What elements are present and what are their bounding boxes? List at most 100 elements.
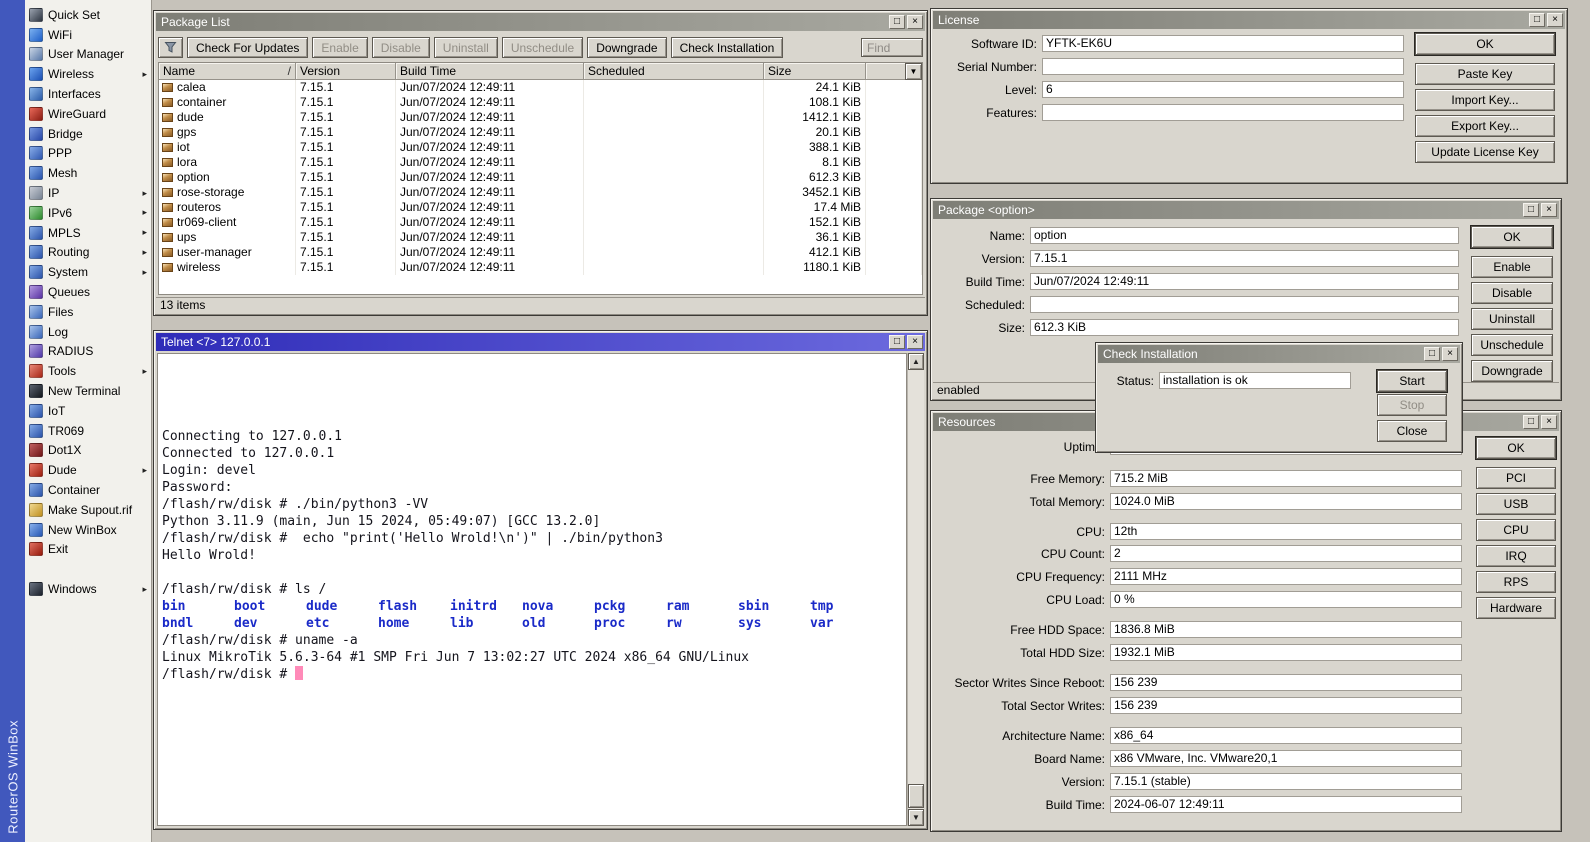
filter-button[interactable] <box>158 37 183 58</box>
ok-button[interactable]: OK <box>1471 226 1553 248</box>
sidebar-item-queues[interactable]: Queues <box>25 282 151 302</box>
restore-icon[interactable]: □ <box>889 335 905 349</box>
downgrade-button[interactable]: Downgrade <box>587 37 666 58</box>
rps-button[interactable]: RPS <box>1476 571 1556 593</box>
close-icon[interactable]: × <box>907 15 923 29</box>
sidebar-item-new-terminal[interactable]: New Terminal <box>25 381 151 401</box>
uninstall-button[interactable]: Uninstall <box>1471 308 1553 330</box>
uninstall-button[interactable]: Uninstall <box>434 37 498 58</box>
table-row[interactable]: gps7.15.1Jun/07/2024 12:49:1120.1 KiB <box>159 125 922 140</box>
sidebar-item-interfaces[interactable]: Interfaces <box>25 84 151 104</box>
cpu-field[interactable]: 12th <box>1110 523 1462 540</box>
sidebar-item-ip[interactable]: IP▸ <box>25 183 151 203</box>
sidebar-item-iot[interactable]: IoT <box>25 401 151 421</box>
build-time-field[interactable]: 2024-06-07 12:49:11 <box>1110 796 1462 813</box>
sidebar-item-dude[interactable]: Dude▸ <box>25 460 151 480</box>
table-row[interactable]: option7.15.1Jun/07/2024 12:49:11612.3 Ki… <box>159 170 922 185</box>
update-license-key-button[interactable]: Update License Key <box>1415 141 1555 163</box>
sidebar-item-wireless[interactable]: Wireless▸ <box>25 64 151 84</box>
disable-button[interactable]: Disable <box>1471 282 1553 304</box>
find-input[interactable] <box>861 38 923 57</box>
table-row[interactable]: ups7.15.1Jun/07/2024 12:49:1136.1 KiB <box>159 230 922 245</box>
column-header-version[interactable]: Version <box>296 63 396 80</box>
pci-button[interactable]: PCI <box>1476 467 1556 489</box>
scrollbar-thumb[interactable] <box>908 784 924 808</box>
sidebar-item-files[interactable]: Files <box>25 302 151 322</box>
start-button[interactable]: Start <box>1377 370 1447 392</box>
cpu-load-field[interactable]: 0 % <box>1110 591 1462 608</box>
restore-icon[interactable]: □ <box>1523 415 1539 429</box>
sidebar-item-ppp[interactable]: PPP <box>25 144 151 164</box>
disable-button[interactable]: Disable <box>372 37 430 58</box>
sector-writes-since-reboot-field[interactable]: 156 239 <box>1110 674 1462 691</box>
serial-number-field[interactable] <box>1042 58 1404 75</box>
column-select-button[interactable]: ▼ <box>905 63 922 80</box>
license-titlebar[interactable]: License □ × <box>933 11 1565 29</box>
table-row[interactable]: routeros7.15.1Jun/07/2024 12:49:1117.4 M… <box>159 200 922 215</box>
package-option-titlebar[interactable]: Package <option> □ × <box>933 201 1559 219</box>
table-row[interactable]: lora7.15.1Jun/07/2024 12:49:118.1 KiB <box>159 155 922 170</box>
terminal-scrollbar[interactable]: ▲ ▼ <box>907 353 924 826</box>
restore-icon[interactable]: □ <box>1424 347 1440 361</box>
sidebar-item-bridge[interactable]: Bridge <box>25 124 151 144</box>
package-list-titlebar[interactable]: Package List □ × <box>156 13 925 31</box>
close-button[interactable]: Close <box>1377 420 1447 442</box>
column-header-size[interactable]: Size <box>764 63 866 80</box>
scroll-up-icon[interactable]: ▲ <box>908 353 924 370</box>
close-icon[interactable]: × <box>1442 347 1458 361</box>
paste-key-button[interactable]: Paste Key <box>1415 63 1555 85</box>
stop-button[interactable]: Stop <box>1377 394 1447 416</box>
irq-button[interactable]: IRQ <box>1476 545 1556 567</box>
sidebar-item-mesh[interactable]: Mesh <box>25 163 151 183</box>
sidebar-item-ipv6[interactable]: IPv6▸ <box>25 203 151 223</box>
sidebar-item-user-manager[interactable]: User Manager <box>25 45 151 65</box>
hardware-button[interactable]: Hardware <box>1476 597 1556 619</box>
scroll-down-icon[interactable]: ▼ <box>908 809 924 826</box>
scheduled-field[interactable] <box>1030 296 1459 313</box>
check-for-updates-button[interactable]: Check For Updates <box>187 37 308 58</box>
version-field[interactable]: 7.15.1 <box>1030 250 1459 267</box>
sidebar-item-routing[interactable]: Routing▸ <box>25 243 151 263</box>
restore-icon[interactable]: □ <box>889 15 905 29</box>
sidebar-item-new-winbox[interactable]: New WinBox <box>25 520 151 540</box>
terminal[interactable]: Connecting to 127.0.0.1 Connected to 127… <box>157 353 907 826</box>
architecture-name-field[interactable]: x86_64 <box>1110 727 1462 744</box>
table-row[interactable]: iot7.15.1Jun/07/2024 12:49:11388.1 KiB <box>159 140 922 155</box>
sidebar-item-mpls[interactable]: MPLS▸ <box>25 223 151 243</box>
table-row[interactable]: dude7.15.1Jun/07/2024 12:49:111412.1 KiB <box>159 110 922 125</box>
close-icon[interactable]: × <box>907 335 923 349</box>
sidebar-item-wireguard[interactable]: WireGuard <box>25 104 151 124</box>
name-field[interactable]: option <box>1030 227 1459 244</box>
restore-icon[interactable]: □ <box>1523 203 1539 217</box>
table-row[interactable]: tr069-client7.15.1Jun/07/2024 12:49:1115… <box>159 215 922 230</box>
size-field[interactable]: 612.3 KiB <box>1030 319 1459 336</box>
restore-icon[interactable]: □ <box>1529 13 1545 27</box>
table-row[interactable]: user-manager7.15.1Jun/07/2024 12:49:1141… <box>159 245 922 260</box>
build-time-field[interactable]: Jun/07/2024 12:49:11 <box>1030 273 1459 290</box>
close-icon[interactable]: × <box>1541 203 1557 217</box>
check-installation-titlebar[interactable]: Check Installation □ × <box>1098 345 1460 363</box>
table-row[interactable]: calea7.15.1Jun/07/2024 12:49:1124.1 KiB <box>159 80 922 95</box>
ok-button[interactable]: OK <box>1476 437 1556 459</box>
level-field[interactable]: 6 <box>1042 81 1404 98</box>
cpu-frequency-field[interactable]: 2111 MHz <box>1110 568 1462 585</box>
sidebar-item-exit[interactable]: Exit <box>25 540 151 560</box>
cpu-count-field[interactable]: 2 <box>1110 545 1462 562</box>
import-key-button[interactable]: Import Key... <box>1415 89 1555 111</box>
sidebar-item-windows[interactable]: Windows▸ <box>25 579 151 599</box>
close-icon[interactable]: × <box>1541 415 1557 429</box>
check-installation-button[interactable]: Check Installation <box>671 37 784 58</box>
table-row[interactable]: wireless7.15.1Jun/07/2024 12:49:111180.1… <box>159 260 922 275</box>
sidebar-item-tools[interactable]: Tools▸ <box>25 361 151 381</box>
sidebar-item-tr069[interactable]: TR069 <box>25 421 151 441</box>
sidebar-item-quick-set[interactable]: Quick Set <box>25 5 151 25</box>
total-sector-writes-field[interactable]: 156 239 <box>1110 697 1462 714</box>
sidebar-item-radius[interactable]: RADIUS <box>25 342 151 362</box>
column-header-name[interactable]: Name/ <box>159 63 296 80</box>
table-row[interactable]: rose-storage7.15.1Jun/07/2024 12:49:1134… <box>159 185 922 200</box>
ok-button[interactable]: OK <box>1415 33 1555 55</box>
sidebar-item-dot1x[interactable]: Dot1X <box>25 441 151 461</box>
total-hdd-size-field[interactable]: 1932.1 MiB <box>1110 644 1462 661</box>
usb-button[interactable]: USB <box>1476 493 1556 515</box>
table-row[interactable]: container7.15.1Jun/07/2024 12:49:11108.1… <box>159 95 922 110</box>
